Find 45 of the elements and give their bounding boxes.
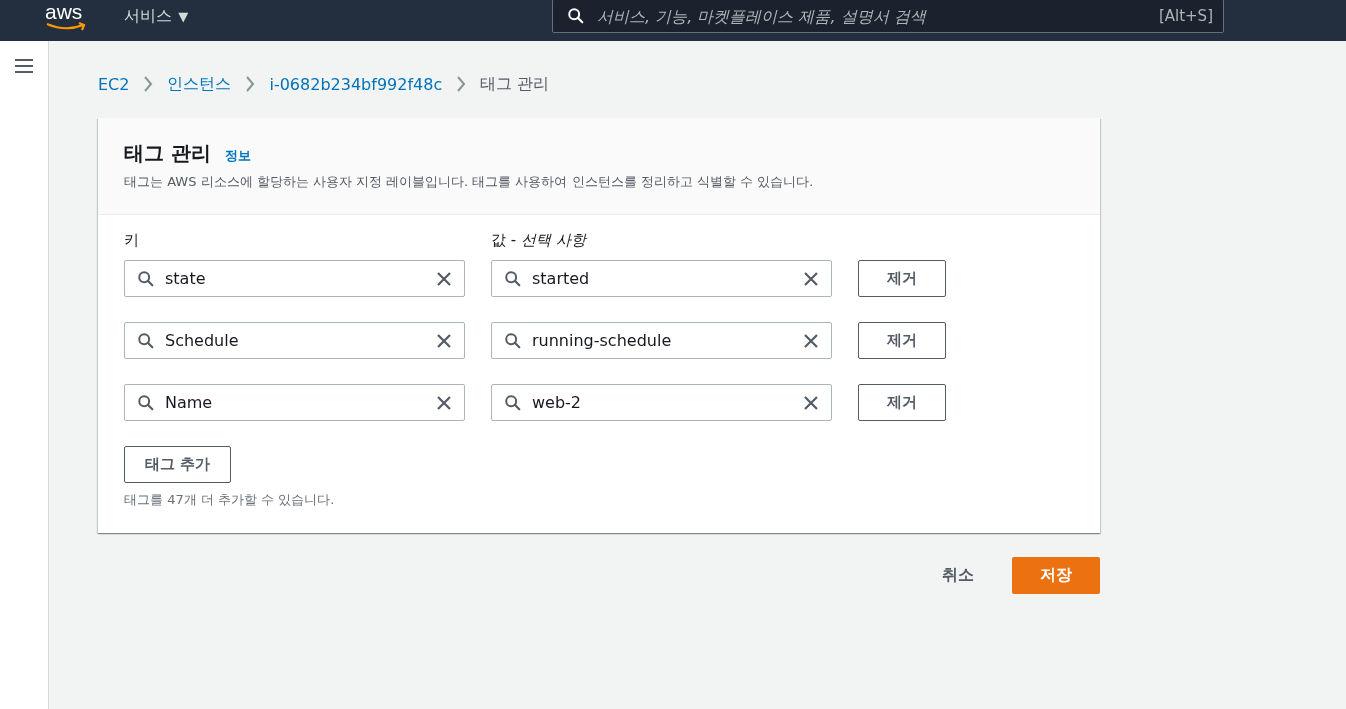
aws-logo[interactable]: aws (45, 1, 83, 28)
remove-button[interactable]: 제거 (858, 384, 946, 421)
value-field[interactable]: started (491, 260, 832, 297)
search-input[interactable]: 서비스, 기능, 마켓플레이스 제품, 설명서 검색 (595, 5, 1159, 27)
search-icon (137, 331, 155, 350)
search-icon (504, 269, 522, 288)
menu-icon[interactable] (14, 57, 34, 75)
cancel-button[interactable]: 취소 (942, 565, 974, 586)
search-icon (137, 269, 155, 288)
key-field[interactable]: Name (124, 384, 465, 421)
search-icon (567, 7, 585, 25)
value-field[interactable]: running-schedule (491, 322, 832, 359)
chevron-right-icon (245, 76, 256, 92)
remove-button[interactable]: 제거 (858, 260, 946, 297)
breadcrumb-link[interactable]: i-0682b234bf992f48c (269, 74, 443, 94)
clear-icon[interactable] (436, 332, 452, 349)
info-link[interactable]: 정보 (224, 147, 251, 165)
shortcut-hint: [Alt+S] (1158, 7, 1213, 25)
search-field[interactable]: 서비스, 기능, 마켓플레이스 제품, 설명서 검색 [Alt+S] (552, 0, 1224, 33)
clear-icon[interactable] (436, 394, 452, 411)
services-menu[interactable]: 서비스 ▼ (124, 6, 189, 27)
search-icon (137, 393, 155, 412)
clear-icon[interactable] (803, 394, 819, 411)
key-field[interactable]: state (124, 260, 465, 297)
remove-button[interactable]: 제거 (858, 322, 946, 359)
tag-limit-note: 태그를 47개 더 추가할 수 있습니다. (124, 491, 336, 509)
key-field[interactable]: Schedule (124, 322, 465, 359)
caret-icon: ▼ (178, 9, 189, 24)
chevron-right-icon (143, 76, 154, 92)
breadcrumb-link[interactable]: EC2 (98, 74, 130, 94)
clear-icon[interactable] (803, 332, 819, 349)
breadcrumb-link[interactable]: 인스턴스 (167, 73, 232, 95)
clear-icon[interactable] (803, 270, 819, 287)
smile-arrow-icon (45, 22, 88, 32)
panel-title: 태그 관리 (124, 140, 211, 167)
breadcrumb-current: 태그 관리 (480, 73, 550, 95)
panel-description: 태그는 AWS 리소스에 할당하는 사용자 지정 레이블입니다. 태그를 사용하여 인스턴스를 정리하고 식별할 수 있습니다. (124, 173, 815, 191)
search-icon (504, 393, 522, 412)
value-field[interactable]: web-2 (491, 384, 832, 421)
clear-icon[interactable] (436, 270, 452, 287)
add-tag-button[interactable]: 태그 추가 (124, 446, 232, 483)
search-icon (504, 331, 522, 350)
value-label: 값 - 선택 사항 (491, 231, 589, 250)
chevron-right-icon (456, 76, 467, 92)
key-label: 키 (124, 231, 140, 250)
